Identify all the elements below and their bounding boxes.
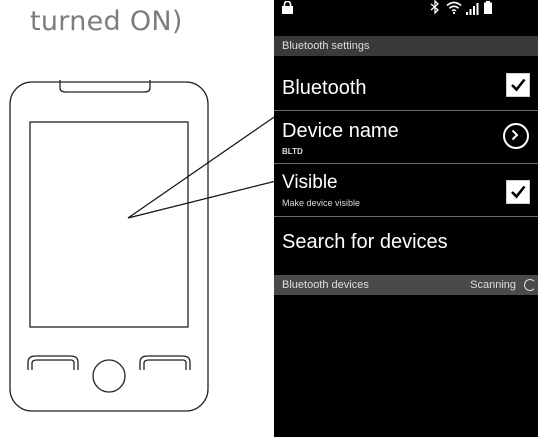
setting-visible-label: Visible [282, 172, 338, 193]
bluetooth-icon [430, 0, 440, 19]
setting-bluetooth[interactable]: Bluetooth [274, 57, 538, 111]
battery-icon [484, 1, 492, 19]
chevron-right-icon[interactable] [503, 123, 529, 149]
wifi-icon [446, 1, 462, 19]
devices-header-label: Bluetooth devices [282, 279, 369, 291]
settings-header-label: Bluetooth settings [282, 40, 370, 52]
setting-device-name-value: BLTD [282, 147, 303, 156]
scanning-status: Scanning [470, 279, 516, 291]
setting-visible[interactable]: Visible Make device visible [274, 164, 538, 217]
setting-device-name[interactable]: Device name BLTD [274, 111, 538, 164]
devices-header: Bluetooth devices Scanning [274, 275, 538, 295]
visible-checkbox[interactable] [506, 180, 530, 204]
status-bar [274, 0, 538, 17]
settings-header: Bluetooth settings [274, 36, 538, 56]
search-for-devices[interactable]: Search for devices [274, 217, 538, 269]
search-for-devices-label: Search for devices [282, 231, 448, 253]
signal-icon [466, 2, 480, 20]
lock-icon [282, 0, 293, 19]
setting-device-name-label: Device name [282, 120, 399, 142]
setting-bluetooth-label: Bluetooth [282, 77, 367, 99]
phone-screen: Bluetooth settings Bluetooth Device name… [274, 0, 538, 437]
spinner-icon [524, 279, 536, 291]
bluetooth-checkbox[interactable] [506, 73, 530, 97]
setting-visible-description: Make device visible [282, 198, 361, 208]
